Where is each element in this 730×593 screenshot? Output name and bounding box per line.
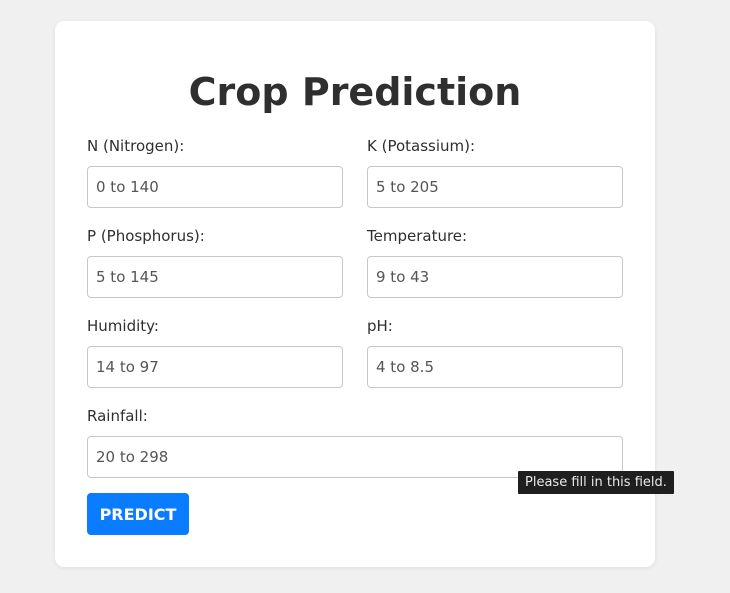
rainfall-label: Rainfall: bbox=[87, 407, 148, 425]
nitrogen-label: N (Nitrogen): bbox=[87, 137, 185, 155]
potassium-input[interactable] bbox=[367, 166, 623, 208]
ph-label: pH: bbox=[367, 317, 393, 335]
validation-tooltip: Please fill in this field. bbox=[518, 471, 674, 494]
temperature-input[interactable] bbox=[367, 256, 623, 298]
potassium-label: K (Potassium): bbox=[367, 137, 476, 155]
humidity-label: Humidity: bbox=[87, 317, 159, 335]
temperature-label: Temperature: bbox=[367, 227, 468, 245]
phosphorus-label: P (Phosphorus): bbox=[87, 227, 205, 245]
humidity-input[interactable] bbox=[87, 346, 343, 388]
phosphorus-input[interactable] bbox=[87, 256, 343, 298]
page-title: Crop Prediction bbox=[188, 70, 522, 114]
nitrogen-input[interactable] bbox=[87, 166, 343, 208]
ph-input[interactable] bbox=[367, 346, 623, 388]
predict-button[interactable]: PREDICT bbox=[87, 493, 189, 535]
